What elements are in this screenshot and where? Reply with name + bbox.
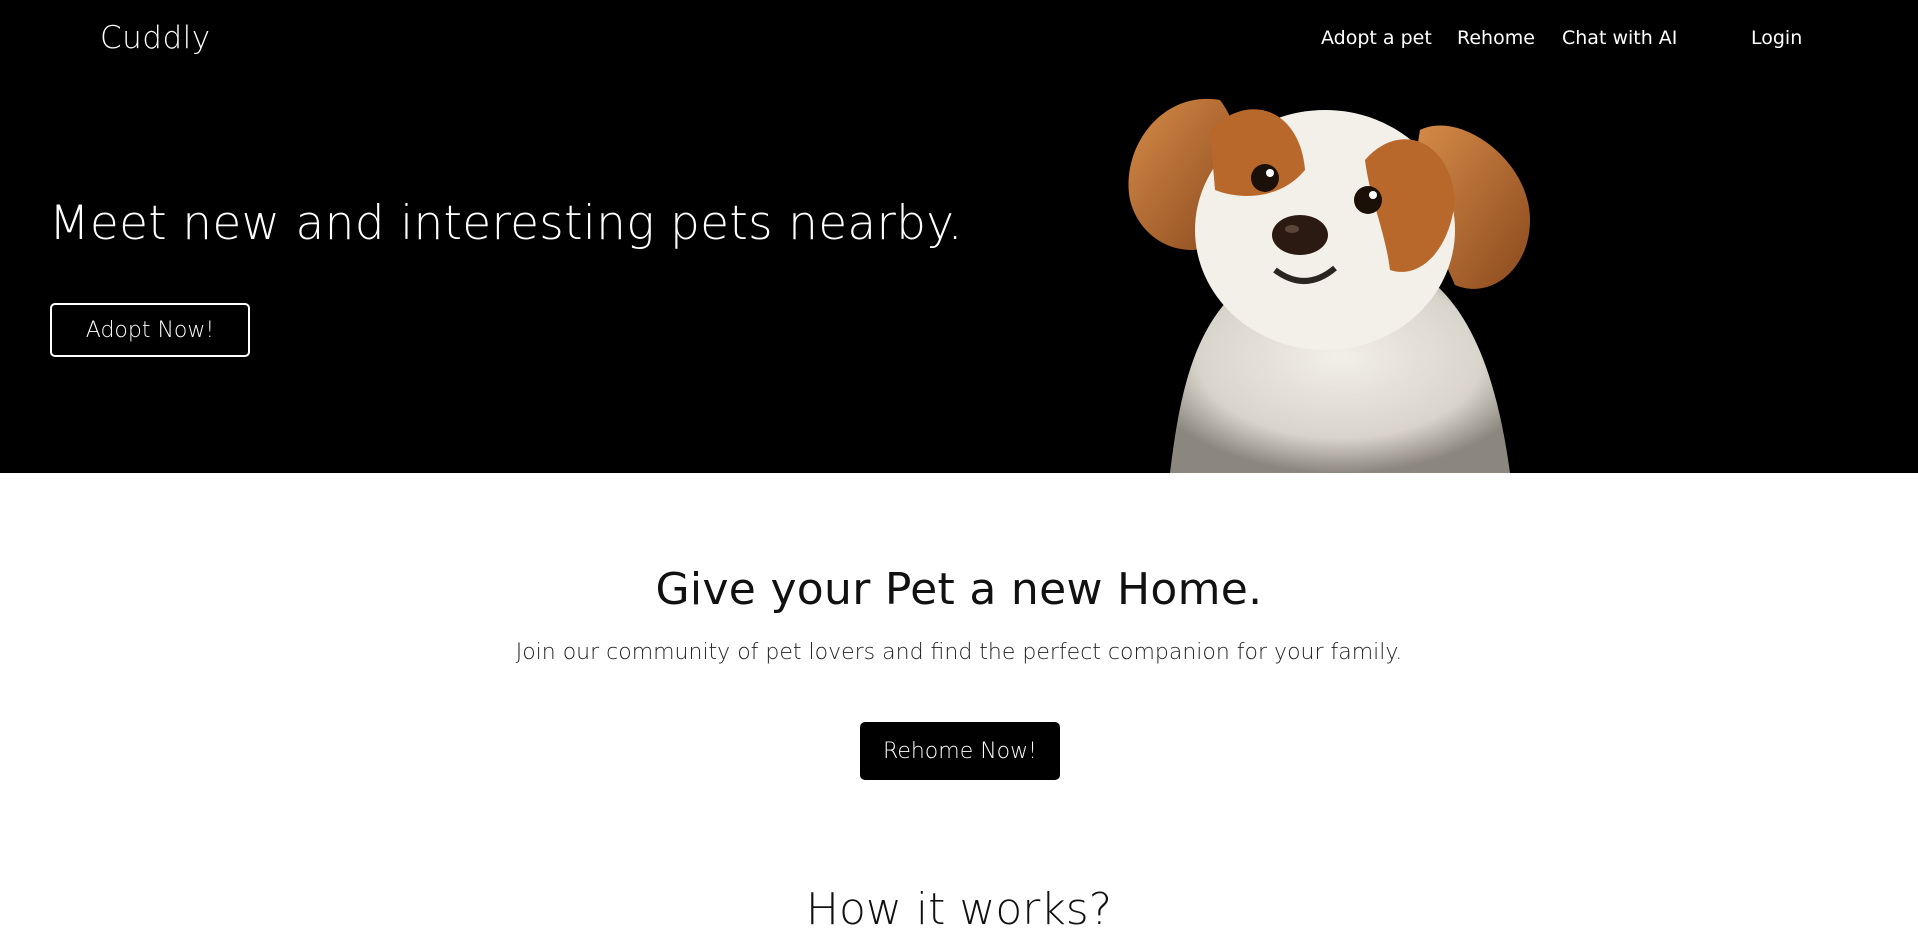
hero-title: Meet new and interesting pets nearby. [49, 196, 963, 251]
rehome-now-button[interactable]: Rehome Now! [860, 722, 1060, 780]
dog-photo [1128, 98, 1530, 473]
rehome-section-title: Give your Pet a new Home. [655, 564, 1263, 615]
nav-chat-with-ai[interactable]: Chat with AI [1562, 27, 1677, 49]
nav-adopt-a-pet[interactable]: Adopt a pet [1321, 27, 1432, 49]
nav-rehome[interactable]: Rehome [1457, 27, 1535, 49]
hero-section: Cuddly Adopt a pet Rehome Chat with AI L… [0, 0, 1918, 473]
how-it-works-title: How it works? [805, 884, 1113, 935]
adopt-now-button[interactable]: Adopt Now! [50, 303, 250, 357]
rehome-section: Give your Pet a new Home. Join our commu… [0, 473, 1918, 935]
main-nav: Adopt a pet Rehome Chat with AI Login [0, 27, 1918, 51]
rehome-section-subtitle: Join our community of pet lovers and fin… [515, 640, 1403, 665]
nav-login[interactable]: Login [1751, 27, 1802, 49]
